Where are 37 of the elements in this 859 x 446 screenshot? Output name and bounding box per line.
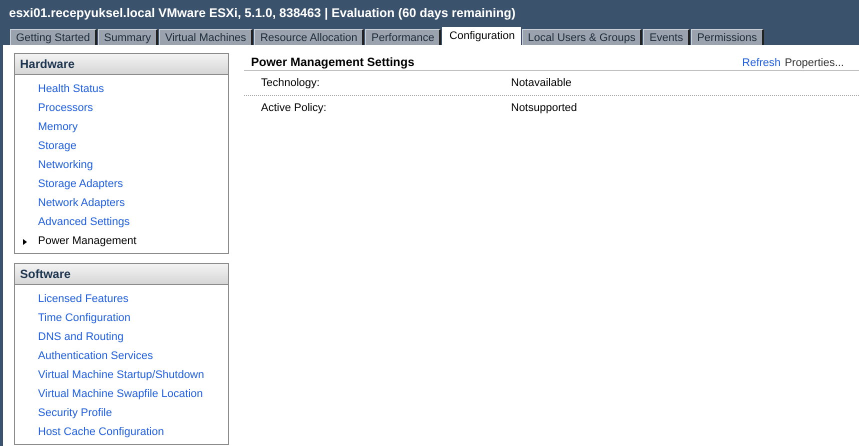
sidebar-link[interactable]: Storage [38,138,77,155]
tab[interactable]: Events [643,29,690,45]
tab[interactable]: Getting Started [10,29,97,45]
sidebar-link[interactable]: Health Status [38,81,104,98]
setting-label: Active Policy: [261,101,328,116]
sidebar-link[interactable]: Power Management [38,233,136,250]
setting-label: Technology: [261,76,321,91]
properties-link[interactable]: Properties... [784,54,844,72]
window-title: esxi01.recepyuksel.local VMware ESXi, 5.1.0, 838463 | Evaluation (60 days remaining) [8,5,517,22]
sidebar-link[interactable]: Storage Adapters [38,176,124,193]
setting-value: Notavailable [511,76,572,91]
tab[interactable]: Configuration [442,27,521,45]
refresh-link[interactable]: Refresh [742,54,781,72]
section-title: Power Management Settings [251,54,414,70]
section-header: Software [15,264,228,285]
tab[interactable]: Virtual Machines [159,29,254,45]
sidebar-link[interactable]: Advanced Settings [38,214,130,231]
setting-value: Notsupported [511,101,578,116]
triangle-icon [23,238,27,244]
sidebar-link[interactable]: Authentication Services [38,348,153,365]
sidebar-link[interactable]: Time Configuration [38,310,131,327]
sidebar-link[interactable]: Security Profile [38,405,112,422]
sidebar-link[interactable]: Licensed Features [38,291,128,308]
sidebar-link[interactable]: Memory [38,119,78,136]
sidebar-link[interactable]: Host Cache Configuration [38,424,164,441]
sidebar-link[interactable]: Network Adapters [38,195,125,212]
sidebar-link[interactable]: Networking [38,157,94,174]
tab[interactable]: Performance [365,29,442,45]
section-header: Hardware [15,54,228,75]
sidebar-link[interactable]: Virtual Machine Startup/Shutdown [38,367,204,384]
sidebar-link[interactable]: Processors [38,100,94,117]
tab[interactable]: Summary [98,29,158,45]
sidebar-link[interactable]: DNS and Routing [38,329,124,346]
tab[interactable]: Local Users & Groups [522,29,642,45]
tab[interactable]: Permissions [691,29,764,45]
tab[interactable]: Resource Allocation [254,29,364,45]
sidebar-link[interactable]: Virtual Machine Swapfile Location [38,386,203,403]
